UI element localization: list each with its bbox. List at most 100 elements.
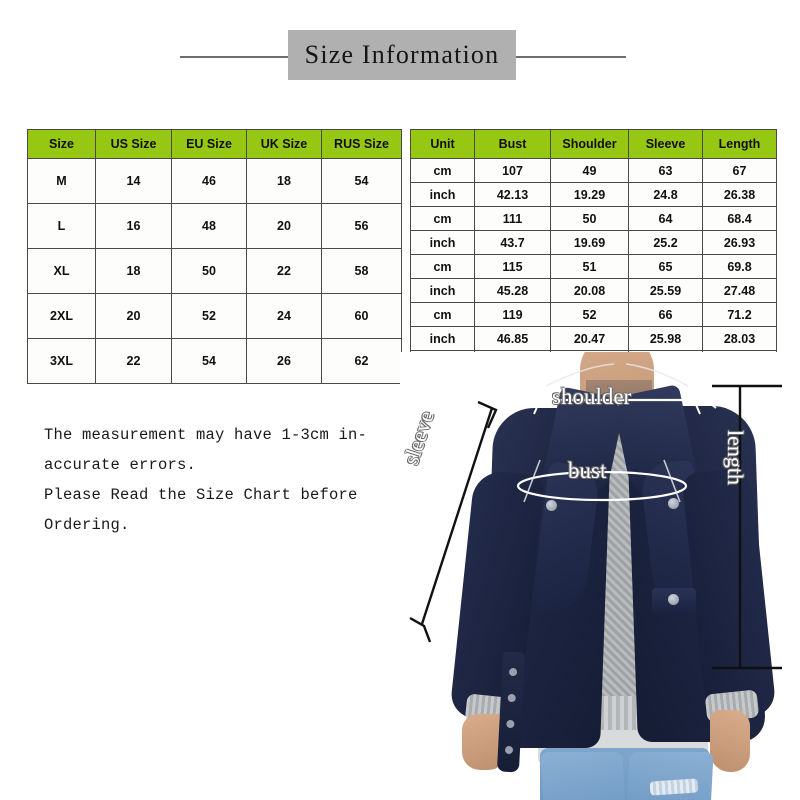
column-header-shoulder: Shoulder [550,129,629,159]
cell-length: 71.2 [702,302,777,327]
sleeve-guide-top-cap [477,400,498,429]
column-header-rus-size: RUS Size [321,129,402,159]
cell-sleeve: 64 [628,206,703,231]
cell-rus: 60 [321,293,402,339]
table-row: inch 42.13 19.29 24.8 26.38 [410,182,777,207]
cell-unit: inch [410,230,475,255]
size-chart-page: Size Information Size US Size EU Size UK… [0,0,800,800]
cell-sleeve: 25.59 [628,278,703,303]
table-row: cm 111 50 64 68.4 [410,206,777,231]
cell-shoulder: 50 [550,206,629,231]
cell-shoulder: 20.47 [550,326,629,351]
cell-size: XL [27,248,96,294]
table-row: 3XL 22 54 26 62 [27,338,402,384]
label-shoulder: shoulder [552,384,632,409]
column-header-bust: Bust [474,129,551,159]
table-row: XL 18 50 22 58 [27,248,402,294]
cell-us: 18 [95,248,172,294]
photo-canvas: shoulder bust sleeve length [400,352,800,800]
cell-unit: inch [410,182,475,207]
cell-eu: 46 [171,158,247,204]
jacket-stud [546,500,557,511]
cell-bust: 46.85 [474,326,551,351]
cell-length: 26.93 [702,230,777,255]
cell-bust: 45.28 [474,278,551,303]
cell-unit: inch [410,326,475,351]
table-row: inch 43.7 19.69 25.2 26.93 [410,230,777,255]
column-header-size: Size [27,129,96,159]
title-rule-left [180,56,295,58]
disclaimer-line-4: Ordering. [44,516,130,534]
cell-size: M [27,158,96,204]
cell-uk: 18 [246,158,322,204]
column-header-unit: Unit [410,129,475,159]
cell-size: 2XL [27,293,96,339]
table-row: L 16 48 20 56 [27,203,402,249]
cell-us: 16 [95,203,172,249]
column-header-us-size: US Size [95,129,172,159]
column-header-sleeve: Sleeve [628,129,703,159]
cell-bust: 42.13 [474,182,551,207]
cell-size: 3XL [27,338,96,384]
cell-uk: 26 [246,338,322,384]
disclaimer-line-2: accurate errors. [44,456,197,474]
title-box: Size Information [288,30,516,80]
table-header-row: Unit Bust Shoulder Sleeve Length [410,129,777,159]
label-bust: bust [568,458,607,483]
cell-us: 14 [95,158,172,204]
table-row: 2XL 20 52 24 60 [27,293,402,339]
cell-length: 68.4 [702,206,777,231]
title-rule-right [508,56,626,58]
cell-us: 20 [95,293,172,339]
jacket-stud [668,594,679,605]
cell-unit: inch [410,278,475,303]
cell-uk: 20 [246,203,322,249]
cell-bust: 111 [474,206,551,231]
table-row: inch 45.28 20.08 25.59 27.48 [410,278,777,303]
cell-length: 27.48 [702,278,777,303]
label-length: length [723,430,748,485]
cell-shoulder: 19.29 [550,182,629,207]
cell-bust: 107 [474,158,551,183]
column-header-eu-size: EU Size [171,129,247,159]
table-header-row: Size US Size EU Size UK Size RUS Size [27,129,402,159]
label-sleeve: sleeve [400,407,439,468]
jacket-stud [668,498,679,509]
cell-uk: 22 [246,248,322,294]
measurement-disclaimer: The measurement may have 1-3cm in- accur… [44,420,374,540]
cell-length: 67 [702,158,777,183]
cell-sleeve: 66 [628,302,703,327]
cell-eu: 54 [171,338,247,384]
column-header-uk-size: UK Size [246,129,322,159]
disclaimer-line-1: The measurement may have 1-3cm in- [44,426,368,444]
cell-bust: 119 [474,302,551,327]
cell-length: 26.38 [702,182,777,207]
cell-eu: 48 [171,203,247,249]
cell-sleeve: 65 [628,254,703,279]
cell-shoulder: 52 [550,302,629,327]
title-band: Size Information [0,30,800,80]
cell-shoulder: 49 [550,158,629,183]
cell-unit: cm [410,254,475,279]
cell-us: 22 [95,338,172,384]
page-title: Size Information [304,40,500,69]
cell-sleeve: 25.98 [628,326,703,351]
cell-rus: 62 [321,338,402,384]
cell-rus: 54 [321,158,402,204]
cell-bust: 115 [474,254,551,279]
cell-bust: 43.7 [474,230,551,255]
cell-uk: 24 [246,293,322,339]
cell-eu: 52 [171,293,247,339]
table-row: cm 115 51 65 69.8 [410,254,777,279]
table-row: cm 119 52 66 71.2 [410,302,777,327]
cell-sleeve: 63 [628,158,703,183]
cell-unit: cm [410,158,475,183]
sleeve-guide-bottom-cap [409,616,432,643]
cell-unit: cm [410,206,475,231]
table-row: cm 107 49 63 67 [410,158,777,183]
cell-eu: 50 [171,248,247,294]
model-photo: shoulder bust sleeve length [400,352,800,800]
cell-length: 69.8 [702,254,777,279]
size-table-regional: Size US Size EU Size UK Size RUS Size M … [27,129,402,384]
cell-rus: 58 [321,248,402,294]
